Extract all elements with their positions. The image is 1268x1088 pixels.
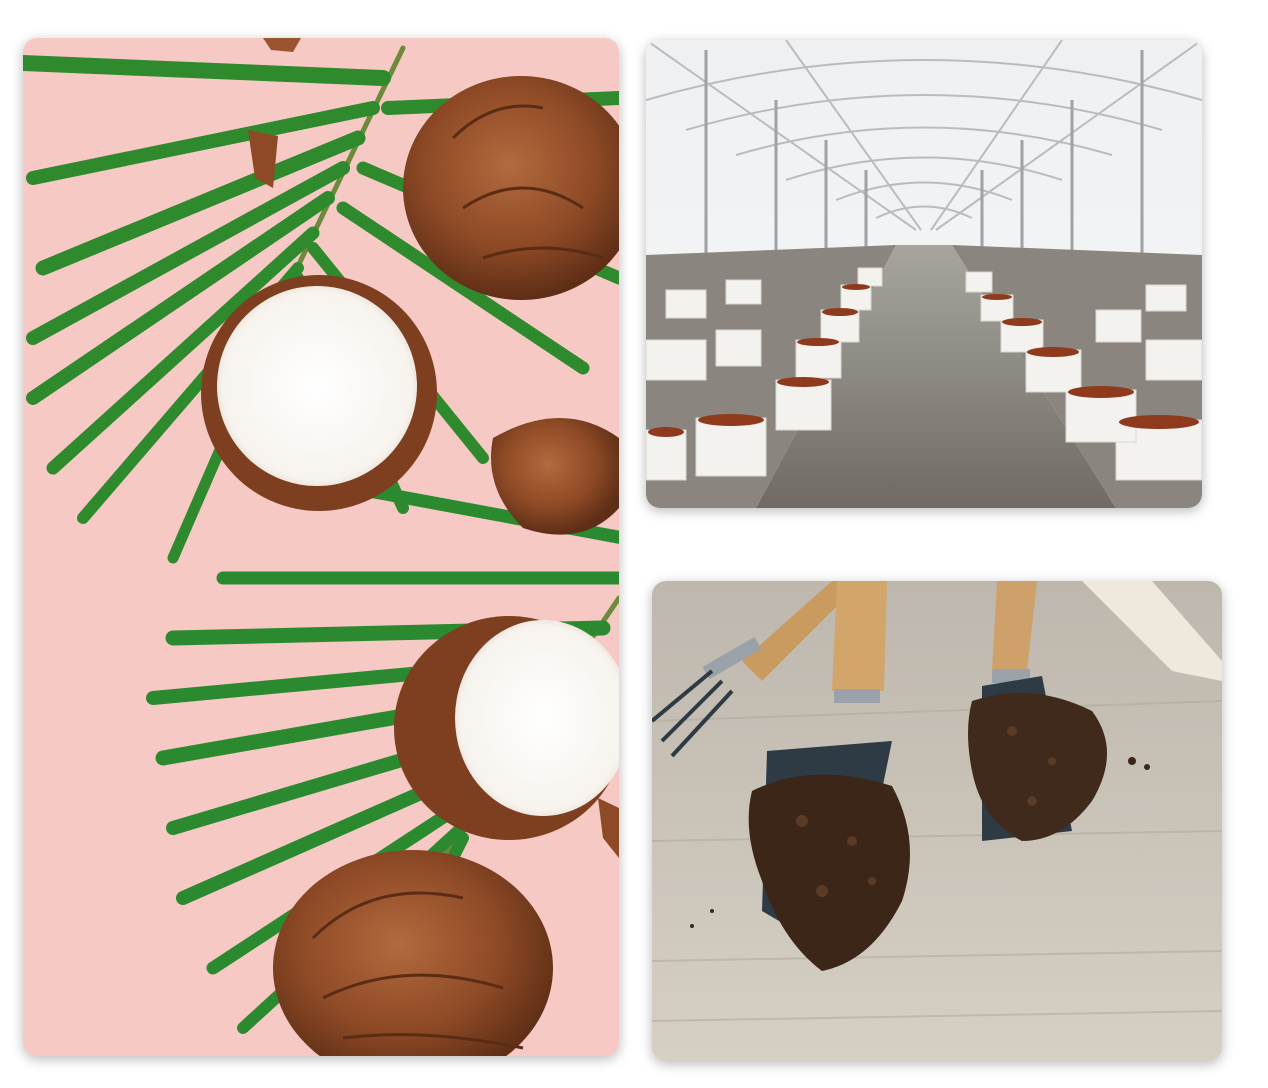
garden-tools-coir-photo (652, 581, 1222, 1061)
greenhouse-image (646, 40, 1202, 508)
garden-tools-image (652, 581, 1222, 1061)
coconut-palm-photo (23, 38, 619, 1056)
coconut-palm-image (23, 38, 619, 1056)
greenhouse-coir-bags-photo (646, 40, 1202, 508)
